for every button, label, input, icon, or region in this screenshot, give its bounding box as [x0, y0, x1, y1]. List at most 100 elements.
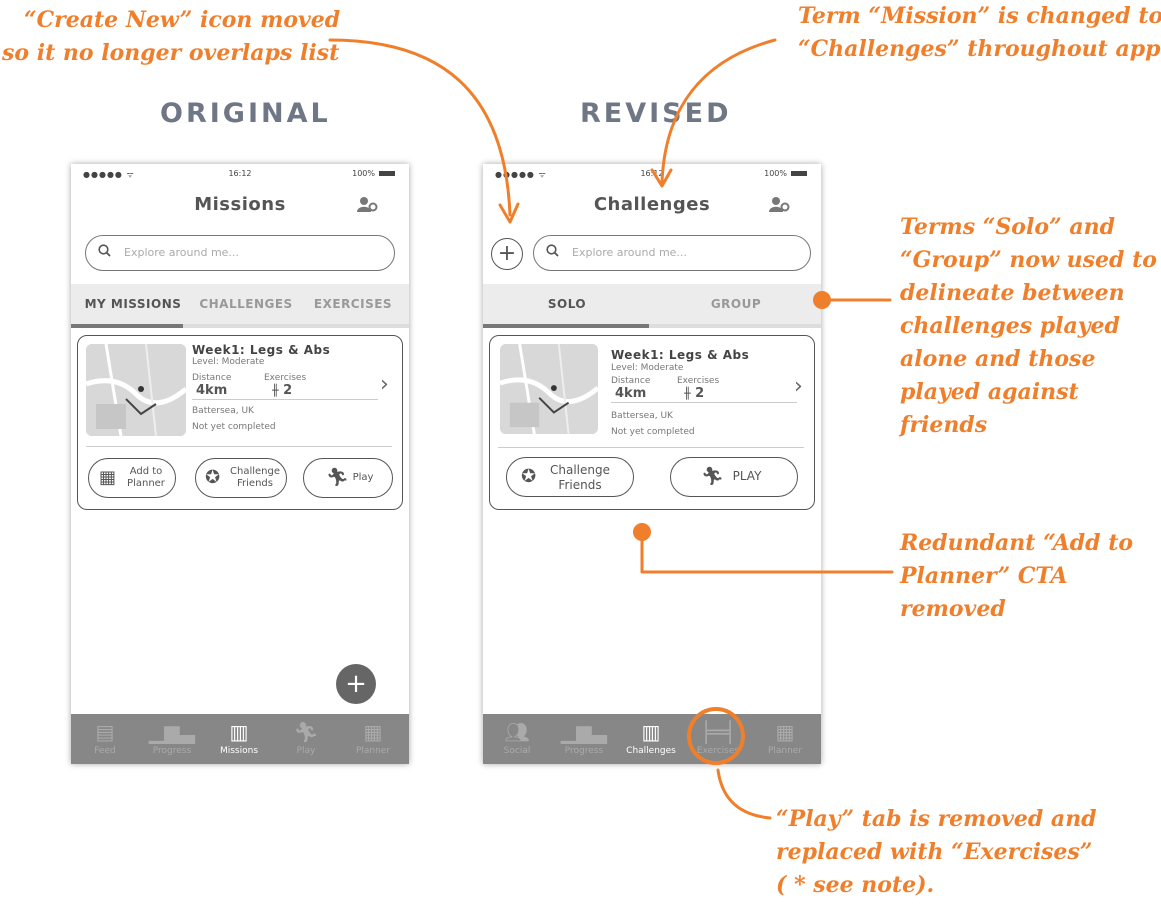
calendar-icon: ▦ [99, 467, 117, 488]
annotation-term-mission: Term “Mission” is changed to “Challenges… [798, 3, 1161, 62]
challenge-friends-label: Challenge Friends [550, 463, 610, 492]
nav-item-challenges[interactable]: ▥ Challenges [617, 714, 685, 764]
calendar-icon: ▦ [363, 720, 383, 744]
card-location: Battersea, UK [192, 406, 254, 416]
search-placeholder: Explore around me... [124, 246, 239, 259]
user-settings-icon[interactable] [769, 196, 791, 216]
exercises-value: 2 [283, 383, 293, 398]
distance-value: 4km [615, 386, 647, 401]
nav-label: Feed [94, 746, 116, 756]
nav-item-social[interactable]: 👥︎ Social [483, 714, 551, 764]
card-divider [192, 399, 378, 400]
tab-indicator [483, 324, 649, 328]
battery-icon [791, 171, 807, 176]
nav-item-missions[interactable]: ▥ Missions [205, 714, 273, 764]
original-heading: ORIGINAL [160, 98, 331, 129]
tab-bar: MY MISSIONS CHALLENGES EXERCISES [71, 284, 409, 324]
card-location: Battersea, UK [611, 411, 673, 421]
nav-item-exercises[interactable]: ╞═╡ Exercises [684, 714, 752, 764]
card-divider [611, 402, 797, 403]
card-divider-bottom [86, 446, 392, 447]
challenge-friends-label: Challenge Friends [230, 466, 280, 489]
tab-challenges[interactable]: CHALLENGES [195, 284, 297, 324]
people-icon: 👥︎ [504, 720, 530, 744]
battery-percent: 100% [352, 169, 375, 178]
card-divider-bottom [498, 447, 804, 448]
tab-group[interactable]: GROUP [651, 284, 821, 324]
search-placeholder: Explore around me... [572, 246, 687, 259]
play-button[interactable]: 🏃︎ PLAY [670, 457, 798, 497]
exercises-value: 2 [695, 386, 705, 401]
tab-divider [649, 324, 821, 328]
tab-my-missions[interactable]: MY MISSIONS [71, 284, 195, 324]
battery-icon [379, 171, 395, 176]
card-level: Level: Moderate [192, 357, 265, 367]
award-icon: ✪ [521, 466, 537, 487]
running-icon: 🏃︎ [293, 720, 319, 744]
bar-chart-icon: ▁▆▃ [560, 720, 608, 744]
exercises-value-row: ╫ 2 [684, 386, 704, 401]
tab-indicator [71, 324, 183, 328]
nav-item-feed[interactable]: ▤ Feed [71, 714, 139, 764]
route-map [500, 344, 598, 434]
chevron-right-icon[interactable]: › [794, 374, 803, 399]
user-settings-icon[interactable] [357, 196, 379, 216]
dumbbell-icon: ╞═╡ [699, 720, 737, 744]
status-bar: ●●●●● ᯤ 16:12 100% [483, 164, 821, 184]
nav-label: Progress [564, 746, 604, 756]
dumbbell-icon: ╫ [684, 387, 691, 400]
nav-item-planner[interactable]: ▦ Planner [339, 714, 407, 764]
nav-item-progress[interactable]: ▁▆▃ Progress [138, 714, 206, 764]
exercises-label: Exercises [677, 376, 720, 386]
map-icon: ▥ [229, 720, 249, 744]
mission-card[interactable]: Week1: Legs & Abs Level: Moderate Distan… [77, 335, 403, 510]
exercises-label: Exercises [264, 373, 307, 383]
search-icon [546, 244, 559, 261]
award-icon: ✪ [205, 467, 221, 488]
add-to-planner-label: Add to Planner [127, 466, 165, 489]
search-input[interactable]: Explore around me... [85, 235, 395, 271]
annotation-create-new: “Create New” icon moved so it no longer … [2, 7, 341, 66]
tab-bar: SOLO GROUP [483, 284, 821, 324]
tab-exercises[interactable]: EXERCISES [297, 284, 409, 324]
nav-label: Social [503, 746, 531, 756]
play-button[interactable]: 🏃︎ Play [303, 458, 393, 498]
exercises-value-row: ╫ 2 [272, 383, 292, 398]
create-new-button[interactable]: + [336, 664, 376, 704]
challenge-card[interactable]: Week1: Legs & Abs Level: Moderate Distan… [489, 335, 815, 510]
card-status: Not yet completed [192, 422, 276, 432]
distance-value: 4km [196, 383, 228, 398]
search-input[interactable]: Explore around me... [533, 235, 811, 271]
nav-label: Missions [219, 746, 259, 756]
play-label: Play [352, 472, 374, 483]
nav-item-progress[interactable]: ▁▆▃ Progress [550, 714, 618, 764]
annotation-play-tab: “Play” tab is removed and replaced with … [776, 806, 1097, 898]
nav-label: Play [296, 746, 316, 756]
nav-label: Exercises [696, 746, 740, 756]
tab-solo[interactable]: SOLO [483, 284, 651, 324]
play-label: PLAY [732, 469, 762, 483]
nav-label: Planner [355, 746, 391, 756]
distance-label: Distance [611, 376, 651, 386]
challenge-friends-button[interactable]: ✪ Challenge Friends [195, 458, 287, 498]
annotation-redundant: Redundant “Add to Planner” CTA removed [900, 530, 1134, 622]
distance-label: Distance [192, 373, 232, 383]
create-new-button[interactable]: + [491, 238, 523, 270]
status-bar: ●●●●● ᯤ 16:12 100% [71, 164, 409, 184]
revised-phone: ●●●●● ᯤ 16:12 100% Challenges + Explore … [483, 164, 821, 764]
tab-divider [183, 324, 409, 328]
add-to-planner-button[interactable]: ▦ Add to Planner [88, 458, 176, 498]
card-title: Week1: Legs & Abs [611, 348, 750, 362]
bottom-nav: 👥︎ Social ▁▆▃ Progress ▥ Challenges ╞═╡ Exer… [483, 714, 821, 764]
revised-heading: REVISED [580, 98, 732, 129]
challenge-friends-button[interactable]: ✪ Challenge Friends [506, 457, 634, 497]
original-phone: ●●●●● ᯤ 16:12 100% Missions Explore arou… [71, 164, 409, 764]
card-status: Not yet completed [611, 427, 695, 437]
nav-item-planner[interactable]: ▦ Planner [751, 714, 819, 764]
card-title: Week1: Legs & Abs [192, 343, 331, 357]
nav-item-play[interactable]: 🏃︎ Play [272, 714, 340, 764]
running-icon: 🏃︎ [326, 467, 349, 488]
chevron-right-icon[interactable]: › [380, 372, 389, 397]
feed-icon: ▤ [95, 720, 115, 744]
calendar-icon: ▦ [775, 720, 795, 744]
